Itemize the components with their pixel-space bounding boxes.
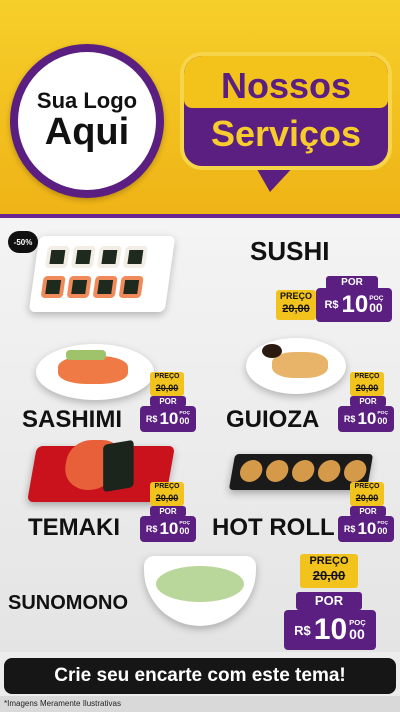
logo-placeholder: Sua Logo Aqui [10,44,164,198]
old-price-temaki: PREÇO 20,00 [150,482,184,506]
item-name-sushi: SUSHI [250,236,330,266]
old-price-sushi: PREÇO 20,00 [276,290,316,320]
old-price-guioza: PREÇO 20,00 [350,372,384,396]
discount-badge: -50% [8,231,38,253]
new-price-hot-roll: R$ 10 POÇ 00 [338,516,394,542]
item-name-hot-roll: HOT ROLL [212,514,335,541]
new-price-guioza: R$ 10 POÇ 00 [338,406,394,432]
logo-text-line1: Sua Logo [36,87,138,113]
new-price-sashimi: R$ 10 POÇ 00 [140,406,196,432]
old-price-hot-roll: PREÇO 20,00 [350,482,384,506]
por-label-sunomono: POR [296,592,362,610]
logo-text-line2: Aqui [44,111,130,154]
old-price-sunomono: PREÇO 20,00 [300,554,358,588]
new-price-sunomono: R$ 10 POÇ 00 [284,610,376,650]
item-name-temaki: TEMAKI [28,514,120,541]
sushi-image [28,236,176,312]
guioza-image [246,338,346,394]
item-name-guioza: GUIOZA [226,406,320,433]
old-price-sashimi: PREÇO 20,00 [150,372,184,396]
item-name-sashimi: SASHIMI [22,406,123,433]
footer-disclaimer: *Imagens Meramente Ilustrativas [0,696,400,712]
title-line2: Serviços [210,113,362,154]
new-price-sushi: R$ 10 POÇ 00 [316,288,392,322]
new-price-temaki: R$ 10 POÇ 00 [140,516,196,542]
item-name-sunomono: SUNOMONO [8,592,128,614]
sashimi-image [36,344,154,400]
cta-banner[interactable]: Crie seu encarte com este tema! [4,658,396,694]
title-line1: Nossos [220,65,352,106]
